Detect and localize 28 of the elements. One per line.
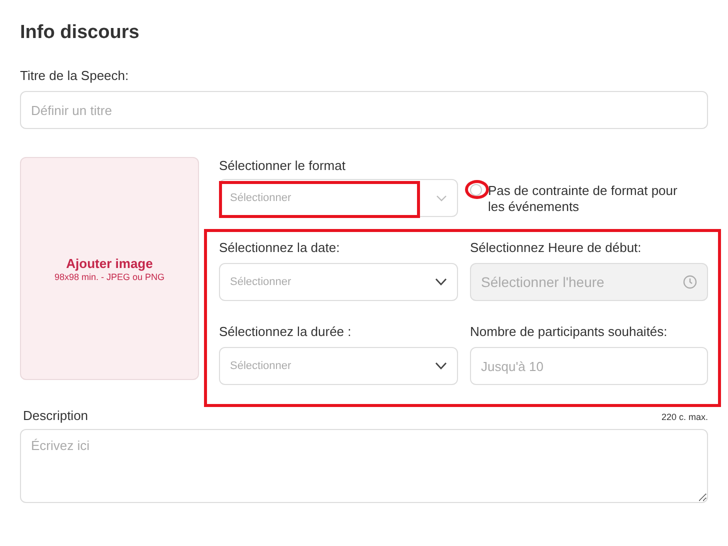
field-label: Sélectionnez Heure de début:: [470, 240, 642, 255]
number-input[interactable]: Jusqu'à 10: [470, 347, 708, 385]
chevron-icon: [435, 278, 447, 286]
field-label: Sélectionnez la date:: [219, 240, 341, 255]
description-textarea[interactable]: Écrivez ici: [20, 429, 708, 503]
select-field[interactable]: Sélectionner: [219, 347, 458, 385]
chevron-icon: [436, 194, 447, 202]
field-label: Titre de la Speech:: [20, 68, 130, 83]
field-label: Nombre de participants souhaités:: [470, 324, 668, 339]
field-label: Description: [23, 408, 88, 423]
select-field[interactable]: Sélectionner: [219, 263, 458, 301]
select-placeholder: Sélectionner: [230, 360, 292, 372]
select-placeholder: Sélectionner: [230, 276, 292, 288]
highlight-circle: [465, 180, 489, 199]
upload-hint: 98x98 min. - JPEG ou PNG: [54, 272, 165, 282]
time-placeholder: Sélectionner l'heure: [481, 274, 604, 290]
checkbox[interactable]: [470, 184, 482, 196]
section-heading: Info discours: [20, 22, 140, 44]
clock-icon: [683, 275, 697, 289]
field-label: Sélectionnez la durée :: [219, 324, 352, 339]
select-placeholder: Sélectionner: [230, 192, 292, 204]
field-label: Sélectionner le format: [219, 158, 346, 173]
image-upload-area[interactable]: Ajouter image 98x98 min. - JPEG ou PNG: [20, 157, 199, 380]
upload-label: Ajouter image: [66, 256, 153, 270]
checkbox-label: Pas de contrainte de format pour les événements: [488, 183, 678, 215]
chevron-icon: [435, 362, 447, 370]
title-input[interactable]: Définir un titre: [20, 91, 708, 129]
character-limit: 220 c. max.: [661, 412, 708, 422]
